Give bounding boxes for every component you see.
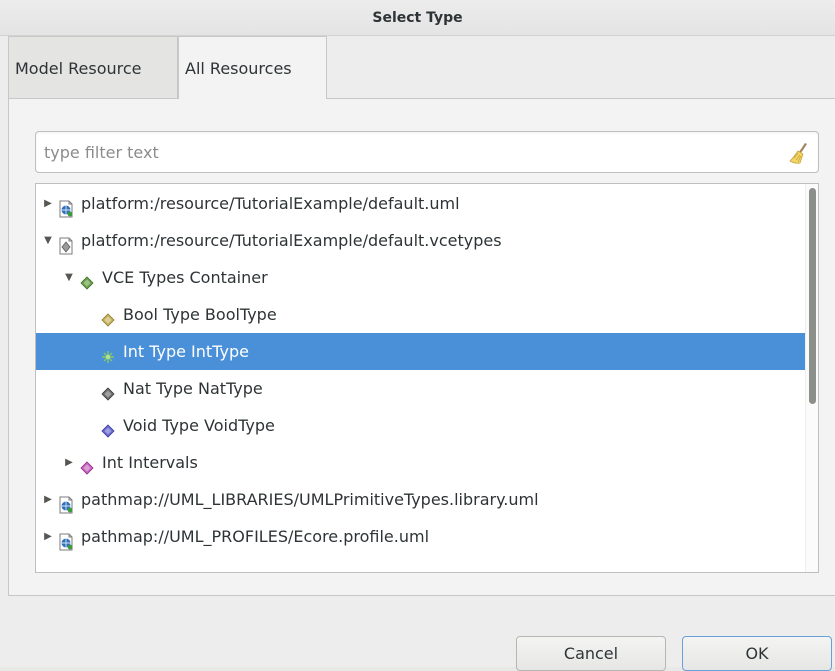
tree-row-label: Void Type VoidType bbox=[123, 416, 275, 435]
tab-bar: Model Resource All Resources bbox=[8, 36, 835, 99]
tree-row[interactable]: ▼ platform:/resource/TutorialExample/defa… bbox=[36, 222, 806, 259]
tree-row-label: platform:/resource/TutorialExample/defau… bbox=[81, 194, 460, 213]
vcetypes-resource-icon bbox=[57, 231, 75, 255]
expander-expanded-icon[interactable]: ▼ bbox=[42, 222, 54, 259]
tree-row[interactable]: ▶ pathmap://UML_LIBRARIES/UMLPrimitiveTyp… bbox=[36, 481, 806, 518]
void-type-icon bbox=[99, 416, 117, 438]
tab-panel: ▶ pathmap://UML_PROFILES/Ecore.profile.um… bbox=[8, 98, 835, 596]
filter-input[interactable] bbox=[36, 132, 776, 172]
int-type-icon bbox=[99, 342, 117, 363]
tree-row-label: pathmap://UML_PROFILES/Ecore.profile.uml bbox=[81, 527, 430, 546]
select-type-dialog: Select Type Model Resource All Resources… bbox=[0, 0, 835, 671]
filter-box bbox=[35, 131, 819, 173]
tree-row[interactable]: ▶ Int Intervals bbox=[36, 444, 806, 481]
tree-row[interactable]: ▶ platform:/resource/TutorialExample/defa… bbox=[36, 185, 806, 222]
ok-button[interactable]: OK bbox=[682, 636, 832, 671]
types-container-icon bbox=[78, 268, 96, 290]
expander-collapsed-icon[interactable]: ▶ bbox=[42, 518, 54, 555]
tree-row[interactable]: Nat Type NatType bbox=[36, 370, 806, 407]
tree-row[interactable]: Void Type VoidType bbox=[36, 407, 806, 444]
int-intervals-icon bbox=[78, 453, 96, 475]
uml-resource-icon bbox=[57, 194, 75, 218]
expander-collapsed-icon[interactable]: ▶ bbox=[63, 444, 75, 481]
expander-collapsed-icon[interactable]: ▶ bbox=[42, 185, 54, 222]
expander-expanded-icon[interactable]: ▼ bbox=[63, 259, 75, 296]
tree-row-label: Nat Type NatType bbox=[123, 379, 263, 398]
tree-row[interactable]: Int Type IntType bbox=[36, 333, 806, 370]
dialog-footer: Cancel OK bbox=[0, 596, 835, 671]
expander-collapsed-icon[interactable]: ▶ bbox=[42, 481, 54, 518]
tree-row[interactable]: ▶ pathmap://UML_PROFILES/Ecore.profile.um… bbox=[36, 518, 806, 555]
dialog-title: Select Type bbox=[0, 0, 835, 36]
tree-row[interactable]: ▼ VCE Types Container bbox=[36, 259, 806, 296]
nat-type-icon bbox=[99, 379, 117, 401]
bool-type-icon bbox=[99, 305, 117, 327]
uml-resource-icon bbox=[57, 527, 75, 551]
tree-row-label: platform:/resource/TutorialExample/defau… bbox=[81, 231, 502, 250]
tree-row-label: pathmap://UML_LIBRARIES/UMLPrimitiveType… bbox=[81, 490, 539, 509]
tree-scrollbar[interactable] bbox=[805, 184, 818, 572]
resource-tree[interactable]: ▶ pathmap://UML_PROFILES/Ecore.profile.um… bbox=[35, 183, 819, 573]
tab-all-resources[interactable]: All Resources bbox=[178, 36, 327, 99]
clear-filter-broom-icon[interactable] bbox=[786, 140, 812, 166]
tree-row-label: VCE Types Container bbox=[102, 268, 268, 287]
tree-row[interactable]: Bool Type BoolType bbox=[36, 296, 806, 333]
tree-scrollbar-thumb[interactable] bbox=[809, 188, 816, 404]
tree-row-label: Int Intervals bbox=[102, 453, 198, 472]
tree-row-label: Bool Type BoolType bbox=[123, 305, 277, 324]
tab-model-resource[interactable]: Model Resource bbox=[8, 36, 178, 99]
uml-resource-icon bbox=[57, 490, 75, 514]
cancel-button[interactable]: Cancel bbox=[516, 636, 666, 671]
tree-row-label: Int Type IntType bbox=[123, 342, 249, 361]
